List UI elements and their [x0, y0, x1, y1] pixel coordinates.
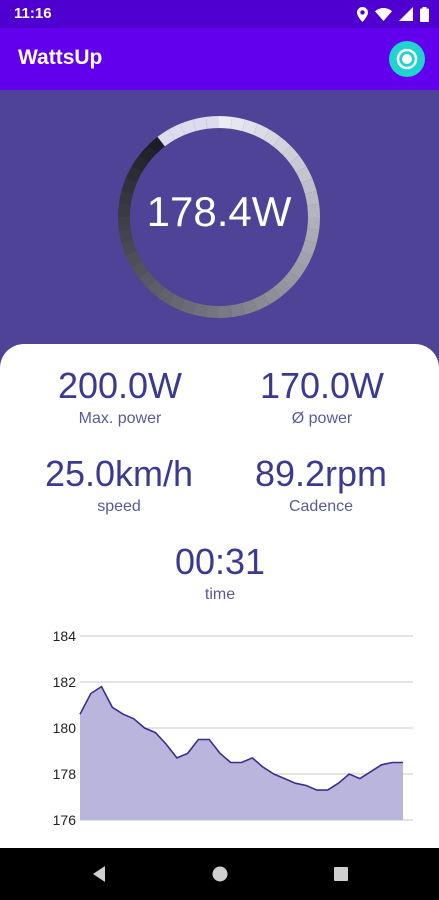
gauge-segment — [281, 145, 300, 163]
chart-y-tick-label: 184 — [53, 628, 77, 644]
current-power-value: 178.4W — [146, 188, 292, 235]
status-bar: 11:16 — [0, 0, 439, 28]
speed-label: speed — [97, 498, 141, 515]
gauge-segment — [180, 119, 197, 135]
back-button[interactable] — [86, 862, 112, 886]
gauge-segment — [252, 294, 270, 311]
record-icon — [396, 48, 418, 70]
gauge-segment — [301, 239, 317, 256]
max-power-value: 200.0W — [57, 365, 183, 406]
gauge-segment — [273, 279, 291, 298]
gauge-segment — [273, 136, 291, 155]
avg-power-label: Ø power — [291, 410, 353, 427]
gauge-segment — [147, 279, 165, 298]
gauge-segment — [218, 305, 233, 319]
gauge-segment — [252, 123, 270, 140]
cadence-label: Cadence — [288, 498, 354, 515]
overview-icon — [334, 867, 348, 881]
gauge-segment — [230, 302, 246, 318]
gauge-segment — [180, 299, 197, 315]
gauge-segment — [131, 155, 149, 173]
gauge-segment — [281, 271, 300, 289]
signal-icon — [399, 7, 413, 21]
gauge-segment — [168, 294, 186, 311]
power-panel: 178.4W — [0, 90, 439, 350]
status-icons — [357, 5, 429, 23]
time-stat: 00:31 time — [140, 542, 300, 604]
max-power-label: Max. power — [78, 410, 162, 427]
overview-button[interactable] — [328, 862, 354, 886]
wifi-icon — [375, 7, 392, 21]
gauge-segment — [296, 250, 313, 268]
location-icon — [357, 6, 368, 22]
gauge-segment — [168, 123, 186, 140]
avg-power-value: 170.0W — [259, 365, 385, 406]
record-button[interactable] — [389, 41, 425, 77]
gauge-segment — [218, 115, 233, 129]
gauge-segment — [230, 116, 246, 132]
status-time: 11:16 — [14, 5, 52, 22]
navigation-bar — [0, 848, 439, 900]
app-title: WattsUp — [18, 46, 103, 69]
cadence-stat: 89.2rpm Cadence — [236, 454, 406, 516]
gauge-segment — [138, 271, 157, 289]
gauge-segment — [263, 129, 281, 147]
power-chart: 176 178 180 182 184 — [53, 628, 413, 828]
gauge-segment — [125, 250, 142, 268]
max-power-stat: 200.0W Max. power — [40, 366, 200, 428]
gauge-segment — [205, 305, 220, 319]
home-icon — [212, 866, 228, 882]
gauge-segment — [138, 145, 157, 163]
gauge-segment — [289, 155, 307, 173]
gauge-segment — [241, 299, 258, 315]
gauge-segment — [296, 166, 313, 184]
time-label: time — [204, 586, 236, 603]
gauge-segment — [241, 119, 258, 135]
gauge-segment — [289, 261, 307, 279]
power-area — [80, 686, 403, 820]
speed-stat: 25.0km/h speed — [24, 454, 214, 516]
gauge-segment — [125, 166, 142, 184]
chart-y-tick-label: 182 — [53, 674, 77, 690]
gauge-segment — [157, 129, 175, 147]
gauge-segment — [192, 302, 208, 318]
gauge-segment — [263, 287, 281, 305]
gauge-segment — [121, 239, 137, 256]
gauge-segment — [205, 115, 220, 129]
speed-value: 25.0km/h — [44, 453, 194, 494]
gauge-segment — [131, 261, 149, 279]
app-bar: WattsUp — [0, 28, 439, 90]
chart-y-tick-label: 180 — [53, 720, 77, 736]
chart-y-tick-label: 178 — [53, 766, 77, 782]
time-value: 00:31 — [174, 541, 266, 582]
back-icon — [93, 866, 105, 882]
gauge-segment — [192, 116, 208, 132]
cadence-value: 89.2rpm — [254, 453, 388, 494]
gauge-segment — [147, 136, 165, 155]
gauge-segment — [157, 287, 175, 305]
avg-power-stat: 170.0W Ø power — [242, 366, 402, 428]
home-button[interactable] — [207, 862, 233, 886]
chart-y-tick-label: 176 — [53, 812, 77, 828]
battery-icon — [420, 6, 429, 22]
